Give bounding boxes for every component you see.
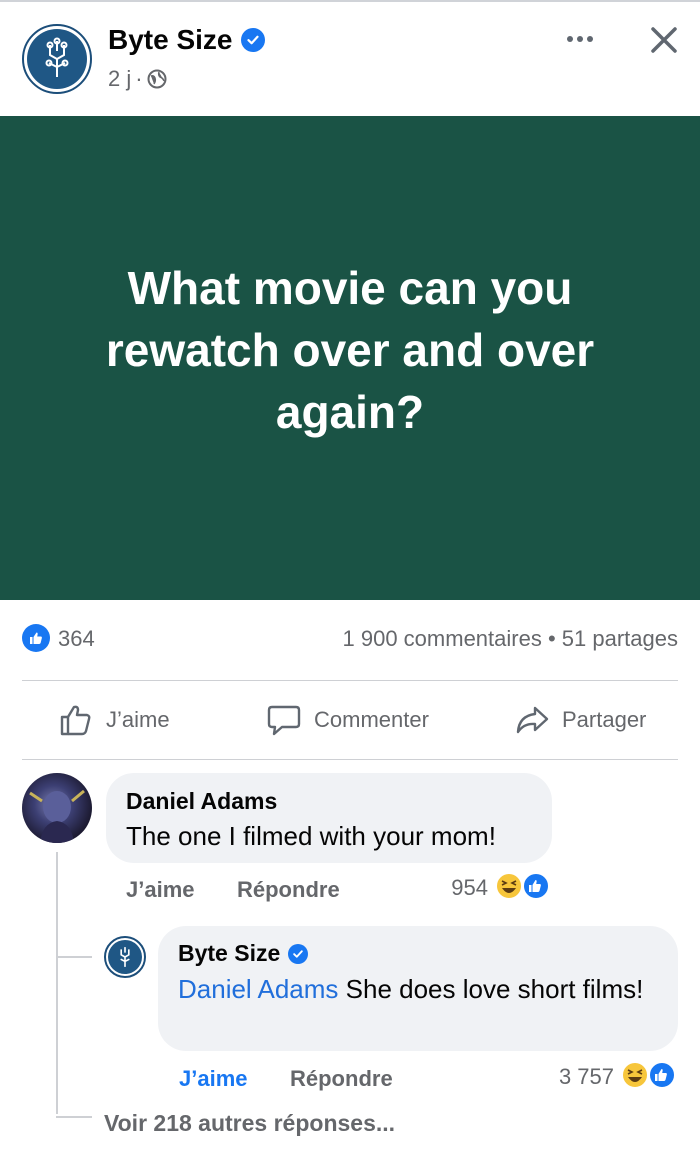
reply-mention[interactable]: Daniel Adams	[178, 974, 338, 1004]
post-actions: J’aime Commenter Partager	[0, 681, 700, 759]
comment-author[interactable]: Daniel Adams	[126, 788, 277, 815]
thread-connector	[56, 1116, 92, 1118]
reply-reactions[interactable]	[620, 1060, 678, 1090]
comment-text: The one I filmed with your mom!	[126, 821, 496, 851]
circuit-logo-icon	[108, 940, 142, 974]
close-icon[interactable]	[646, 22, 682, 58]
comment-count[interactable]: 1 900 commentaires	[343, 626, 542, 651]
page-name-label: Byte Size	[108, 24, 233, 55]
reply-author-name: Byte Size	[178, 940, 281, 966]
post-image-text: What movie can you rewatch over and over…	[105, 262, 595, 438]
comment-like-button[interactable]: J’aime	[126, 877, 195, 903]
haha-icon	[495, 872, 523, 900]
comment-reactions[interactable]	[494, 871, 552, 901]
share-button[interactable]: Partager	[514, 681, 646, 759]
see-more-replies-link[interactable]: Voir 218 autres réponses...	[104, 1110, 395, 1137]
comment-bubble[interactable]: Daniel Adams The one I filmed with your …	[106, 773, 552, 863]
page-avatar[interactable]	[22, 24, 92, 94]
reply-reaction-count[interactable]: 3 757	[559, 1064, 614, 1090]
haha-icon	[621, 1061, 649, 1089]
thread-connector	[56, 956, 92, 958]
stats-separator: •	[547, 626, 556, 651]
like-count[interactable]: 364	[58, 626, 95, 652]
globe-icon	[147, 69, 167, 89]
thumbs-up-icon	[60, 705, 91, 736]
like-button-label: J’aime	[106, 707, 170, 732]
circuit-logo-icon	[27, 29, 87, 89]
post-meta: 2 j ·	[108, 66, 167, 92]
comment-reaction-count[interactable]: 954	[451, 875, 488, 901]
meta-separator: ·	[135, 66, 143, 91]
post-image[interactable]: What movie can you rewatch over and over…	[0, 116, 700, 600]
comment-button-label: Commenter	[314, 707, 429, 732]
more-options-button[interactable]	[562, 24, 598, 54]
like-button[interactable]: J’aime	[58, 681, 170, 759]
like-icon	[522, 872, 550, 900]
comments-shares-summary: 1 900 commentaires • 51 partages	[343, 626, 678, 652]
reply-reply-button[interactable]: Répondre	[290, 1066, 393, 1092]
dot	[587, 36, 593, 42]
reply-body: She does love short films!	[338, 974, 644, 1004]
dot	[577, 36, 583, 42]
like-icon	[648, 1061, 676, 1089]
reply-text: Daniel Adams She does love short films!	[178, 972, 648, 1006]
post-stats: 364 1 900 commentaires • 51 partages	[0, 600, 700, 680]
reply-avatar[interactable]	[104, 936, 146, 978]
verified-badge-icon	[288, 943, 309, 964]
post-time[interactable]: 2 j	[108, 66, 131, 92]
verified-badge-icon	[240, 28, 265, 52]
like-reaction-icon[interactable]	[22, 624, 50, 652]
comment-icon	[267, 705, 301, 736]
share-count[interactable]: 51 partages	[562, 626, 678, 651]
comment-button[interactable]: Commenter	[266, 681, 429, 759]
page-name[interactable]: Byte Size	[108, 24, 265, 56]
reply-author[interactable]: Byte Size	[178, 940, 309, 967]
comment-reply-button[interactable]: Répondre	[237, 877, 340, 903]
commenter-avatar[interactable]	[22, 773, 92, 843]
post-header: Byte Size 2 j ·	[0, 2, 700, 116]
share-icon	[516, 706, 549, 734]
share-button-label: Partager	[562, 707, 647, 732]
reply-bubble[interactable]: Byte Size Daniel Adams She does love sho…	[158, 926, 678, 1051]
dot	[567, 36, 573, 42]
reply-like-button[interactable]: J’aime	[179, 1066, 248, 1092]
thread-line	[56, 852, 58, 1114]
divider	[22, 759, 678, 760]
